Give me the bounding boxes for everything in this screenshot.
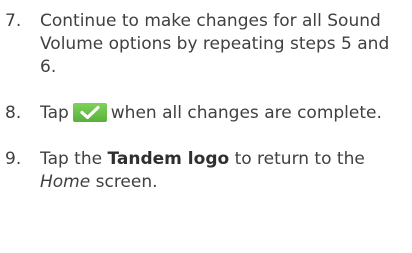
step-8: 8. Tap when all changes are complete. [0, 102, 412, 125]
step-text-after: when all changes are complete. [110, 103, 382, 123]
step-number: 9. [5, 149, 22, 169]
step-text-middle: to return to the [234, 149, 365, 169]
step-text-before: Tap [40, 103, 69, 123]
checkmark-icon [72, 103, 107, 122]
step-7: 7. Continue to make changes for all Soun… [0, 10, 412, 79]
checkmark-glyph [80, 105, 100, 120]
step-number: 8. [5, 103, 22, 123]
instruction-steps: 7. Continue to make changes for all Soun… [0, 10, 412, 194]
tandem-logo-label: Tandem logo [107, 149, 230, 169]
step-text-after: screen. [95, 172, 158, 192]
home-screen-label: Home [40, 172, 91, 192]
step-text: Tap the Tandem logo to return to the Hom… [40, 148, 406, 194]
step-text-before: Tap the [40, 149, 103, 169]
step-9: 9. Tap the Tandem logo to return to the … [0, 148, 412, 194]
step-text: Continue to make changes for all Sound V… [40, 11, 390, 77]
step-text: Tap when all changes are complete. [40, 102, 406, 125]
step-number: 7. [5, 11, 22, 31]
